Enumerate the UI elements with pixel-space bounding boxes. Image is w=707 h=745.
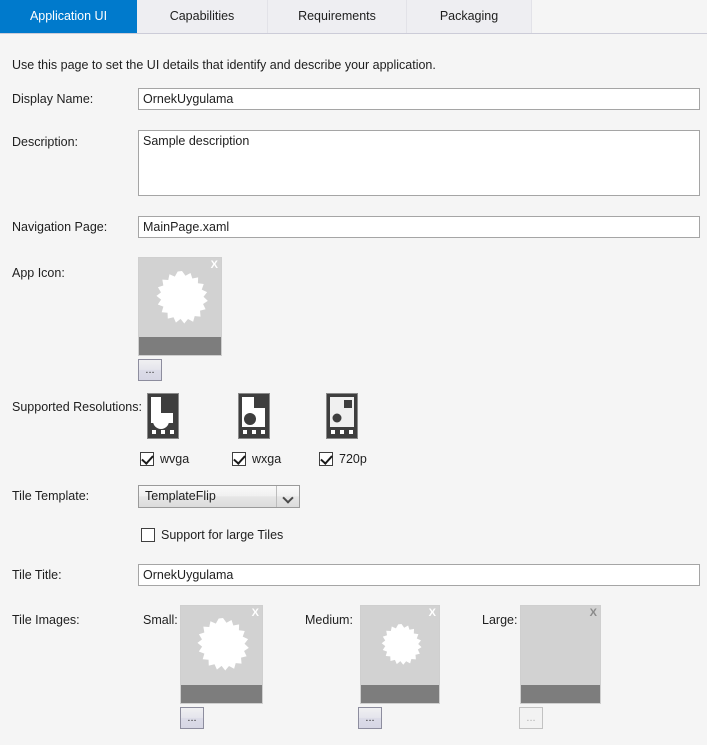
tile-medium-label: Medium: bbox=[305, 613, 353, 627]
starburst-icon bbox=[197, 618, 249, 671]
resolution-wxga-label: wxga bbox=[252, 452, 282, 466]
support-large-tiles-checkbox[interactable] bbox=[141, 528, 155, 542]
page-description: Use this page to set the UI details that… bbox=[12, 58, 436, 72]
tile-small-label: Small: bbox=[143, 613, 178, 627]
browse-tile-medium-button[interactable]: ... bbox=[358, 707, 382, 729]
supported-resolutions-label: Supported Resolutions: bbox=[12, 400, 142, 414]
resolution-720p-checkbox[interactable] bbox=[319, 452, 333, 466]
tile-title-label: Tile Title: bbox=[12, 568, 62, 582]
starburst-icon bbox=[156, 271, 208, 324]
phone-720p-icon bbox=[326, 393, 358, 439]
support-large-tiles-label: Support for large Tiles bbox=[161, 528, 284, 542]
tab-strip-filler bbox=[532, 0, 707, 33]
tile-template-dropdown[interactable]: TemplateFlip bbox=[138, 485, 300, 508]
resolution-wvga-row[interactable]: wvga bbox=[140, 452, 189, 466]
browse-app-icon-button[interactable]: ... bbox=[138, 359, 162, 381]
tile-template-label: Tile Template: bbox=[12, 489, 90, 503]
tab-application-ui[interactable]: Application UI bbox=[0, 0, 137, 33]
tab-strip: Application UI Capabilities Requirements… bbox=[0, 0, 707, 34]
tile-small-preview[interactable]: X bbox=[180, 605, 263, 704]
display-name-input[interactable] bbox=[138, 88, 700, 110]
app-icon-preview[interactable]: X bbox=[138, 257, 222, 356]
resolution-wxga-checkbox[interactable] bbox=[232, 452, 246, 466]
resolution-wxga-row[interactable]: wxga bbox=[232, 452, 281, 466]
phone-wxga-icon bbox=[238, 393, 270, 439]
tab-requirements[interactable]: Requirements bbox=[268, 0, 407, 33]
chevron-down-icon[interactable] bbox=[276, 486, 299, 507]
clear-tile-small-icon[interactable]: X bbox=[252, 606, 259, 620]
resolution-wvga-label: wvga bbox=[160, 452, 190, 466]
preview-footer-bar bbox=[139, 337, 221, 355]
browse-tile-large-button[interactable]: ... bbox=[519, 707, 543, 729]
description-label: Description: bbox=[12, 135, 78, 149]
resolution-720p-label: 720p bbox=[339, 452, 367, 466]
browse-tile-small-button[interactable]: ... bbox=[180, 707, 204, 729]
phone-wvga-icon bbox=[147, 393, 179, 439]
clear-app-icon-icon[interactable]: X bbox=[211, 258, 218, 272]
resolution-wvga-checkbox[interactable] bbox=[140, 452, 154, 466]
tile-title-input[interactable] bbox=[138, 564, 700, 586]
clear-tile-large-icon[interactable]: X bbox=[590, 606, 597, 620]
navigation-page-label: Navigation Page: bbox=[12, 220, 108, 234]
tile-large-label: Large: bbox=[482, 613, 518, 627]
tile-images-label: Tile Images: bbox=[12, 613, 80, 627]
starburst-icon bbox=[381, 624, 422, 665]
display-name-label: Display Name: bbox=[12, 92, 94, 106]
navigation-page-input[interactable] bbox=[138, 216, 700, 238]
clear-tile-medium-icon[interactable]: X bbox=[429, 606, 436, 620]
tab-packaging[interactable]: Packaging bbox=[407, 0, 532, 33]
tile-medium-preview[interactable]: X bbox=[360, 605, 440, 704]
support-large-tiles-row[interactable]: Support for large Tiles bbox=[141, 528, 283, 542]
tile-template-value: TemplateFlip bbox=[145, 489, 216, 503]
tab-capabilities[interactable]: Capabilities bbox=[137, 0, 268, 33]
preview-footer-bar bbox=[361, 685, 439, 703]
resolution-720p-row[interactable]: 720p bbox=[319, 452, 367, 466]
description-input[interactable]: Sample description bbox=[138, 130, 700, 196]
tile-large-preview[interactable]: X bbox=[520, 605, 601, 704]
preview-footer-bar bbox=[181, 685, 262, 703]
preview-footer-bar bbox=[521, 685, 600, 703]
app-icon-label: App Icon: bbox=[12, 266, 65, 280]
